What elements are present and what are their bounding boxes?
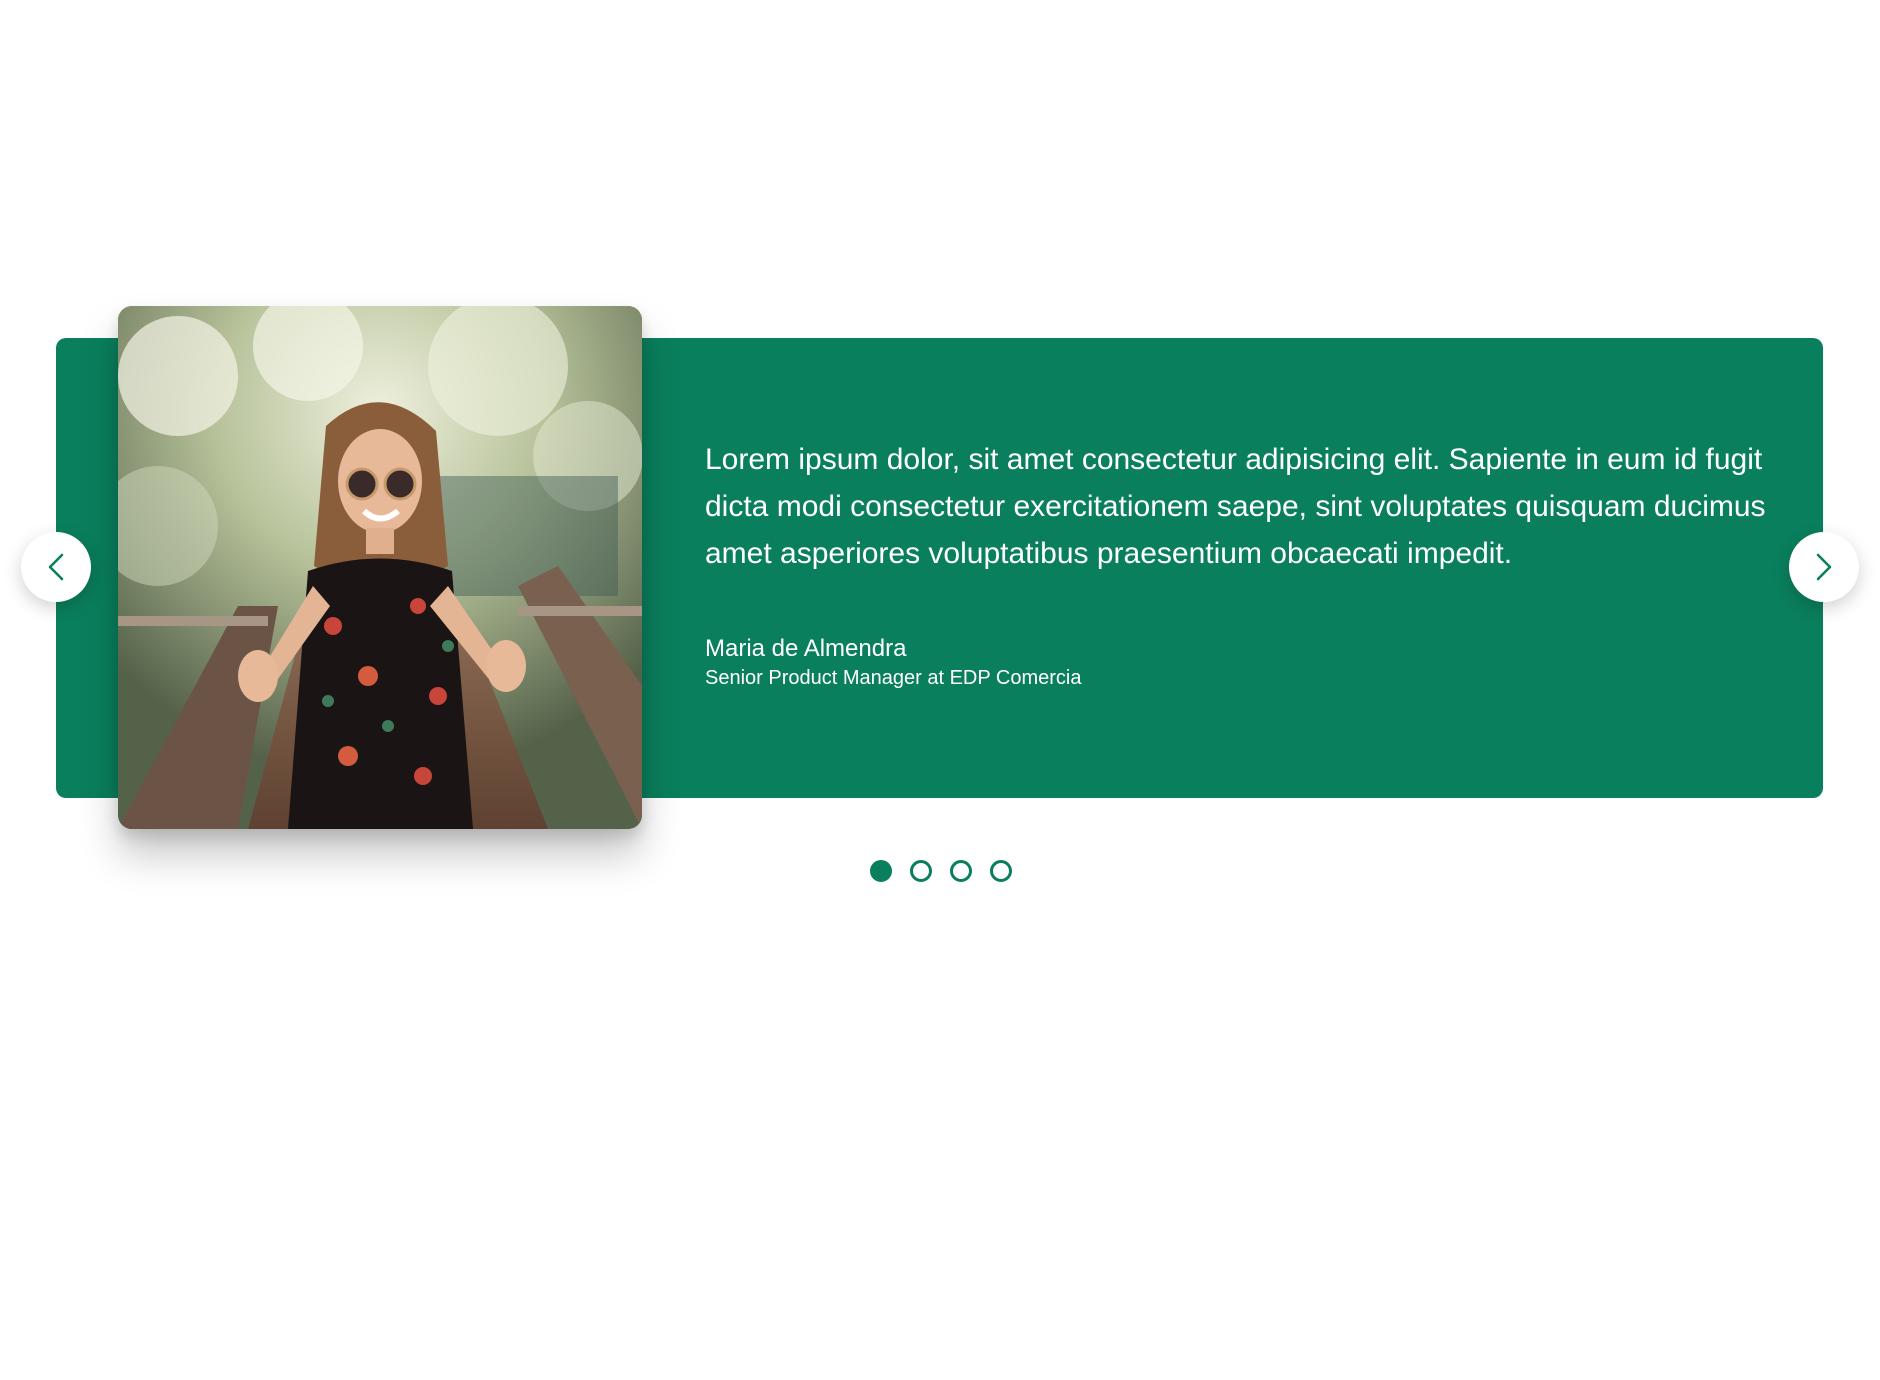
chevron-left-icon bbox=[48, 553, 64, 581]
previous-slide-button[interactable] bbox=[21, 532, 91, 602]
author-name: Maria de Almendra bbox=[705, 635, 907, 662]
pagination-dot-1[interactable] bbox=[870, 860, 892, 882]
chevron-right-icon bbox=[1816, 553, 1832, 581]
testimonial-quote: Lorem ipsum dolor, sit amet consectetur … bbox=[705, 443, 1766, 570]
pagination-dot-4[interactable] bbox=[990, 860, 1012, 882]
testimonial-carousel: Lorem ipsum dolor, sit amet consectetur … bbox=[0, 0, 1880, 1380]
testimonial-photo bbox=[118, 306, 642, 829]
carousel-pagination bbox=[870, 860, 1012, 882]
next-slide-button[interactable] bbox=[1789, 532, 1859, 602]
pagination-dot-2[interactable] bbox=[910, 860, 932, 882]
author-title: Senior Product Manager at EDP Comercia bbox=[705, 667, 1082, 689]
pagination-dot-3[interactable] bbox=[950, 860, 972, 882]
